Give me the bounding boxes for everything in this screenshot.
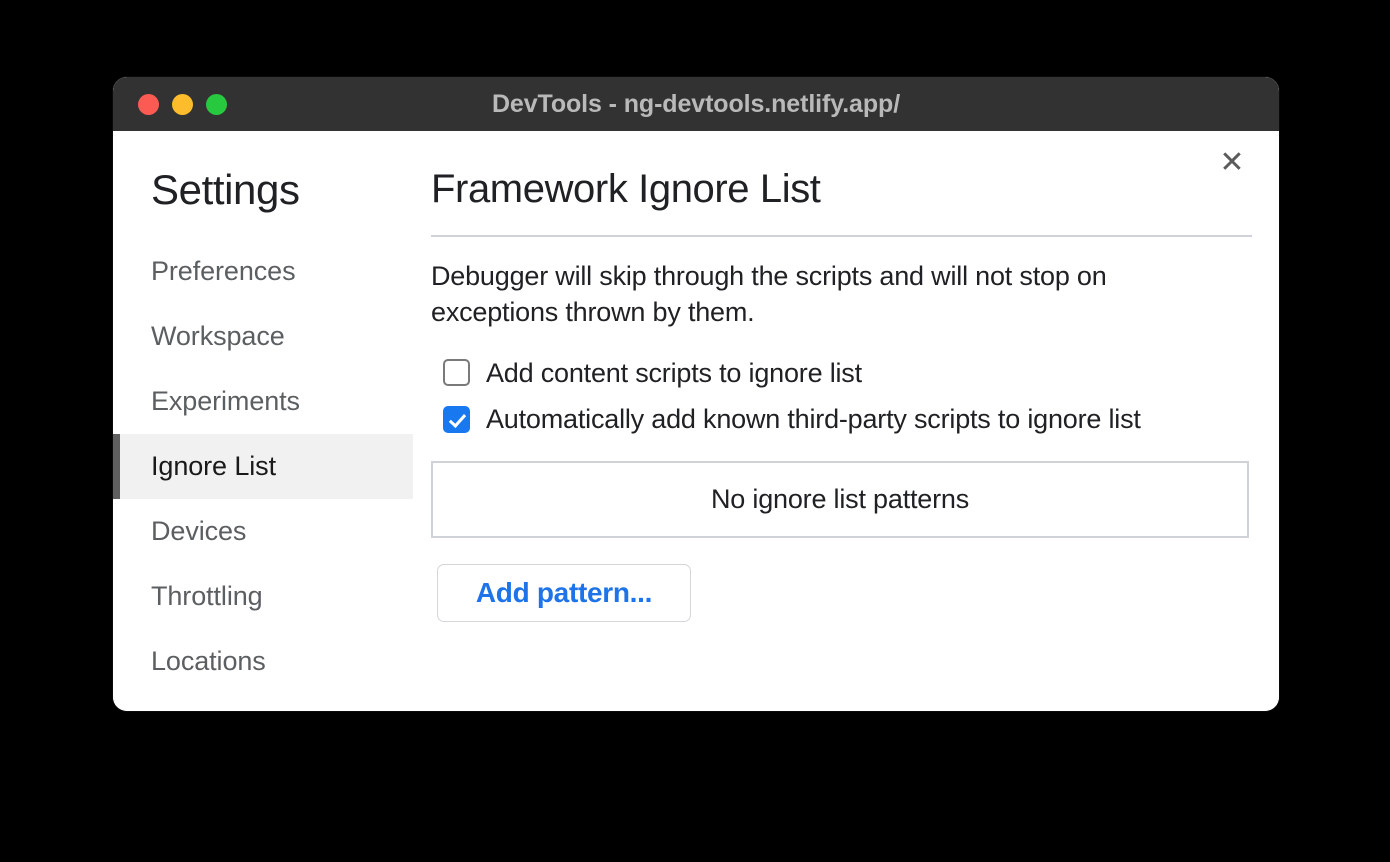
window-titlebar[interactable]: DevTools - ng-devtools.netlify.app/: [113, 77, 1279, 131]
checkbox-content-scripts[interactable]: [443, 359, 470, 387]
settings-sidebar: Settings Preferences Workspace Experimen…: [113, 131, 413, 711]
window-maximize-button[interactable]: [206, 93, 227, 115]
sidebar-item-ignore-list[interactable]: Ignore List: [113, 434, 413, 500]
sidebar-item-label: Devices: [151, 516, 247, 547]
panel-title: Framework Ignore List: [431, 167, 821, 211]
sidebar-item-workspace[interactable]: Workspace: [113, 304, 413, 369]
sidebar-item-label: Experiments: [151, 386, 300, 417]
checkbox-third-party-scripts[interactable]: [443, 405, 470, 433]
window-title: DevTools - ng-devtools.netlify.app/: [491, 89, 901, 118]
sidebar-item-experiments[interactable]: Experiments: [113, 369, 413, 434]
sidebar-item-preferences[interactable]: Preferences: [113, 239, 413, 304]
close-icon[interactable]: ✕: [1215, 146, 1249, 180]
sidebar-item-throttling[interactable]: Throttling: [113, 564, 413, 629]
window-minimize-button[interactable]: [172, 93, 193, 115]
checkbox-label-content-scripts: Add content scripts to ignore list: [486, 357, 862, 388]
sidebar-item-label: Workspace: [151, 321, 285, 352]
sidebar-item-locations[interactable]: Locations: [113, 629, 413, 694]
sidebar-item-devices[interactable]: Devices: [113, 499, 413, 564]
patterns-empty-message: No ignore list patterns: [710, 483, 970, 514]
panel-description: Debugger will skip through the scripts a…: [431, 260, 1107, 327]
page-title: Settings: [151, 166, 300, 213]
add-pattern-button[interactable]: Add pattern...: [437, 563, 691, 622]
sidebar-item-label: Ignore List: [151, 451, 276, 482]
window-close-button[interactable]: [138, 93, 159, 115]
settings-dialog: ✕ Settings Preferences Workspace Experim…: [113, 131, 1279, 711]
browser-window: DevTools - ng-devtools.netlify.app/ ✕ Se…: [113, 77, 1279, 711]
traffic-light-controls: [138, 93, 227, 115]
settings-main-panel: Framework Ignore List Debugger will skip…: [413, 131, 1279, 711]
sidebar-item-label: Preferences: [151, 256, 296, 287]
sidebar-item-label: Throttling: [151, 581, 263, 612]
sidebar-item-label: Locations: [151, 646, 266, 677]
ignore-list-patterns-box[interactable]: No ignore list patterns: [431, 460, 1249, 538]
checkbox-label-third-party-scripts: Automatically add known third-party scri…: [486, 404, 1141, 435]
checkbox-row-third-party-scripts[interactable]: Automatically add known third-party scri…: [431, 399, 1252, 440]
panel-divider: [431, 234, 1252, 237]
checkbox-row-content-scripts[interactable]: Add content scripts to ignore list: [431, 353, 1252, 394]
